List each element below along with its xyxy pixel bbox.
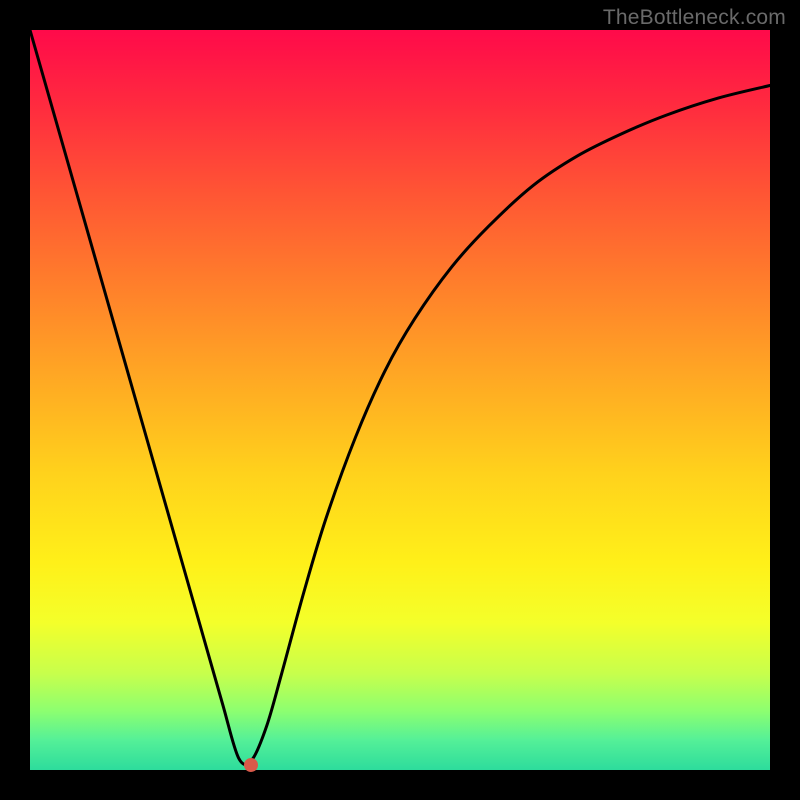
plot-area	[30, 30, 770, 770]
bottleneck-curve	[30, 30, 770, 770]
chart-frame: TheBottleneck.com	[0, 0, 800, 800]
minimum-marker	[244, 758, 258, 772]
curve-path	[30, 30, 770, 764]
attribution-text: TheBottleneck.com	[603, 6, 786, 30]
